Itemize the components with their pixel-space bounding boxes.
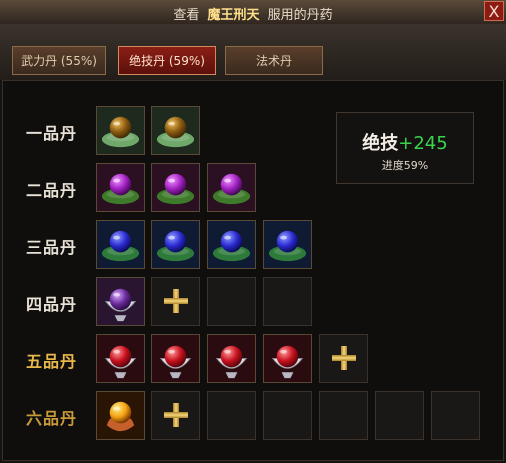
add-pill-slot[interactable]: [151, 391, 200, 440]
tab-magic-pill[interactable]: 法术丹: [225, 46, 323, 75]
pill-grade-1-icon: [97, 107, 144, 154]
pill-slot[interactable]: [96, 277, 145, 326]
pill-slot[interactable]: [207, 334, 256, 383]
add-pill-slot[interactable]: [151, 277, 200, 326]
pill-slot[interactable]: [151, 163, 200, 212]
plus-icon: [332, 346, 356, 370]
bonus-stat: 绝技: [362, 133, 399, 154]
pill-slot[interactable]: [151, 106, 200, 155]
pill-slot[interactable]: [96, 391, 145, 440]
title-bar: 查看 魔王刑天 服用的丹药 X: [0, 0, 506, 25]
pill-slot[interactable]: [151, 220, 200, 269]
pill-grade-5-icon: [97, 335, 144, 382]
grade-label: 二品丹: [26, 181, 78, 200]
bonus-line: 绝技+245: [337, 129, 473, 155]
plus-icon: [164, 289, 188, 313]
pill-grade-2-icon: [208, 164, 255, 211]
pill-slot[interactable]: [207, 163, 256, 212]
pill-grade-3-icon: [152, 221, 199, 268]
grade-label: 三品丹: [26, 238, 78, 257]
grade-label: 四品丹: [26, 295, 78, 314]
pill-grade-4-icon: [97, 278, 144, 325]
tab-bar: 武力丹 (55%) 绝技丹 (59%) 法术丹: [0, 24, 506, 80]
empty-pill-slot[interactable]: [431, 391, 480, 440]
bonus-info-box: 绝技+245 进度59%: [336, 112, 474, 184]
pill-slot[interactable]: [263, 334, 312, 383]
empty-pill-slot[interactable]: [263, 277, 312, 326]
grade-label: 一品丹: [26, 124, 78, 143]
pill-slot[interactable]: [207, 220, 256, 269]
pill-grade-2-icon: [97, 164, 144, 211]
progress-text: 进度59%: [381, 159, 429, 172]
title-suffix: 服用的丹药: [267, 8, 333, 23]
empty-pill-slot[interactable]: [207, 391, 256, 440]
pill-grade-3-icon: [97, 221, 144, 268]
pill-grade-5-icon: [264, 335, 311, 382]
pill-slot[interactable]: [96, 220, 145, 269]
pill-grade-2-icon: [152, 164, 199, 211]
grade-label: 五品丹: [26, 352, 78, 371]
pill-grade-5-icon: [152, 335, 199, 382]
pill-viewer-window: 查看 魔王刑天 服用的丹药 X 武力丹 (55%) 绝技丹 (59%) 法术丹 …: [0, 0, 506, 463]
pill-slot[interactable]: [96, 334, 145, 383]
grade-label: 六品丹: [26, 409, 78, 428]
pill-slot[interactable]: [96, 106, 145, 155]
pill-grade-6-icon: [97, 392, 144, 439]
character-name: 魔王刑天: [207, 8, 260, 23]
bonus-value: +245: [398, 133, 448, 154]
empty-pill-slot[interactable]: [319, 391, 368, 440]
tab-force-pill[interactable]: 武力丹 (55%): [12, 46, 106, 75]
plus-icon: [164, 403, 188, 427]
empty-pill-slot[interactable]: [207, 277, 256, 326]
pill-slot[interactable]: [151, 334, 200, 383]
empty-pill-slot[interactable]: [263, 391, 312, 440]
pill-grade-5-icon: [208, 335, 255, 382]
close-button[interactable]: X: [484, 1, 504, 21]
pill-slot[interactable]: [263, 220, 312, 269]
title-prefix: 查看: [173, 8, 200, 23]
tab-skill-pill[interactable]: 绝技丹 (59%): [118, 46, 216, 75]
pill-slot[interactable]: [96, 163, 145, 212]
pill-grade-1-icon: [152, 107, 199, 154]
pill-grade-3-icon: [264, 221, 311, 268]
add-pill-slot[interactable]: [319, 334, 368, 383]
window-title: 查看 魔王刑天 服用的丹药: [0, 4, 506, 23]
empty-pill-slot[interactable]: [375, 391, 424, 440]
pill-grade-3-icon: [208, 221, 255, 268]
